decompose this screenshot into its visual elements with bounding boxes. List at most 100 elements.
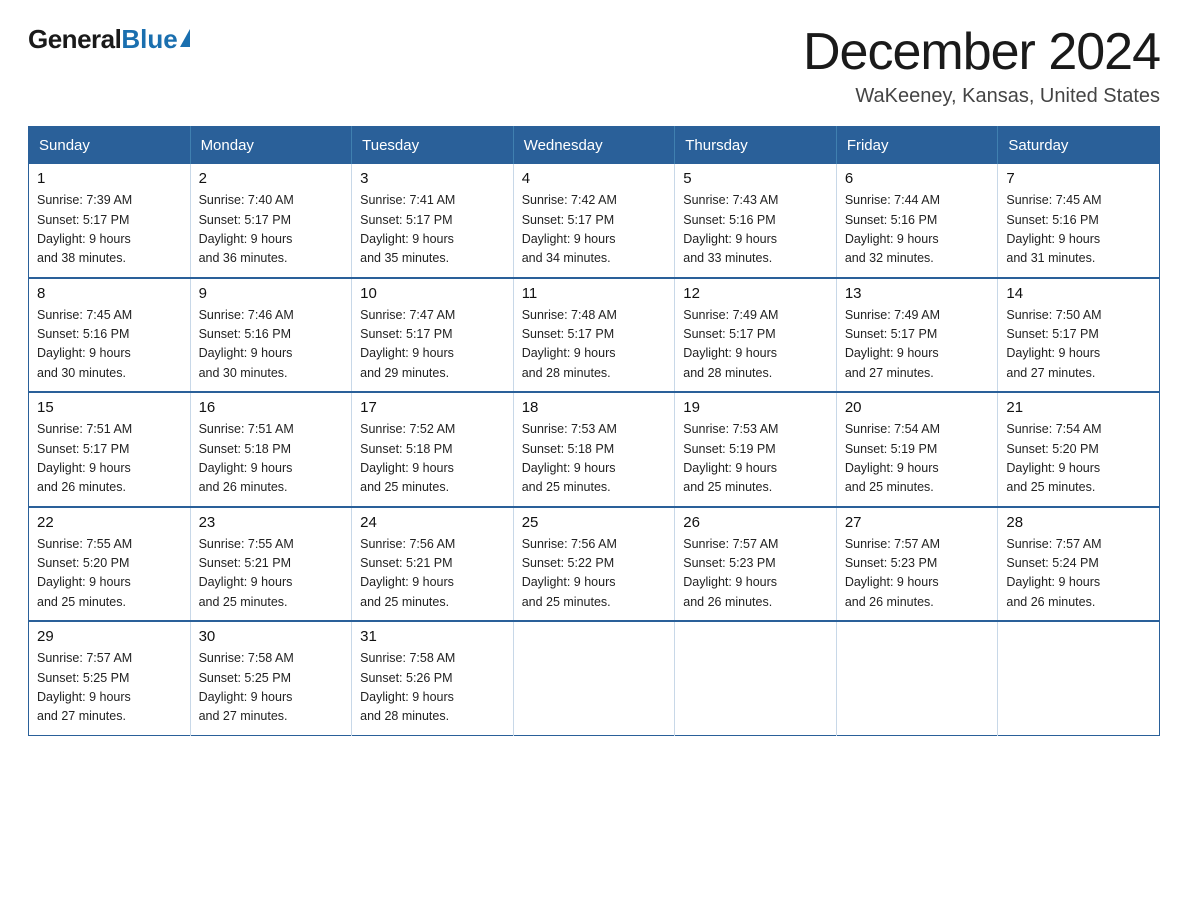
day-number: 23 [199,514,344,531]
day-info: Sunrise: 7:52 AMSunset: 5:18 PMDaylight:… [360,420,505,498]
calendar-day-cell: 30 Sunrise: 7:58 AMSunset: 5:25 PMDayligh… [190,621,352,735]
calendar-day-cell: 1 Sunrise: 7:39 AMSunset: 5:17 PMDaylight… [29,164,191,278]
day-number: 21 [1006,399,1151,416]
day-number: 6 [845,170,990,187]
day-number: 16 [199,399,344,416]
calendar-table: SundayMondayTuesdayWednesdayThursdayFrid… [28,126,1160,736]
day-number: 8 [37,285,182,302]
day-number: 22 [37,514,182,531]
day-info: Sunrise: 7:55 AMSunset: 5:20 PMDaylight:… [37,535,182,613]
day-info: Sunrise: 7:44 AMSunset: 5:16 PMDaylight:… [845,191,990,269]
logo-blue-block: Blue [121,24,189,55]
day-number: 24 [360,514,505,531]
day-info: Sunrise: 7:53 AMSunset: 5:18 PMDaylight:… [522,420,667,498]
day-info: Sunrise: 7:40 AMSunset: 5:17 PMDaylight:… [199,191,344,269]
calendar-day-cell: 27 Sunrise: 7:57 AMSunset: 5:23 PMDayligh… [836,507,998,622]
calendar-day-cell: 21 Sunrise: 7:54 AMSunset: 5:20 PMDayligh… [998,392,1160,507]
calendar-day-cell [836,621,998,735]
calendar-day-cell: 11 Sunrise: 7:48 AMSunset: 5:17 PMDayligh… [513,278,675,393]
day-number: 30 [199,628,344,645]
calendar-day-cell: 24 Sunrise: 7:56 AMSunset: 5:21 PMDayligh… [352,507,514,622]
calendar-day-cell: 9 Sunrise: 7:46 AMSunset: 5:16 PMDaylight… [190,278,352,393]
calendar-day-cell: 25 Sunrise: 7:56 AMSunset: 5:22 PMDayligh… [513,507,675,622]
calendar-day-cell: 20Sunrise: 7:54 AMSunset: 5:19 PMDayligh… [836,392,998,507]
weekday-header-row: SundayMondayTuesdayWednesdayThursdayFrid… [29,127,1160,165]
day-info: Sunrise: 7:58 AMSunset: 5:25 PMDaylight:… [199,649,344,727]
weekday-header-friday: Friday [836,127,998,165]
day-number: 26 [683,514,828,531]
day-number: 1 [37,170,182,187]
calendar-day-cell: 31 Sunrise: 7:58 AMSunset: 5:26 PMDayligh… [352,621,514,735]
logo: General Blue [28,24,190,55]
weekday-header-thursday: Thursday [675,127,837,165]
day-info: Sunrise: 7:58 AMSunset: 5:26 PMDaylight:… [360,649,505,727]
calendar-day-cell: 5 Sunrise: 7:43 AMSunset: 5:16 PMDaylight… [675,164,837,278]
day-info: Sunrise: 7:46 AMSunset: 5:16 PMDaylight:… [199,306,344,384]
day-number: 5 [683,170,828,187]
day-number: 11 [522,285,667,302]
day-info: Sunrise: 7:49 AMSunset: 5:17 PMDaylight:… [683,306,828,384]
weekday-header-saturday: Saturday [998,127,1160,165]
day-number: 29 [37,628,182,645]
calendar-day-cell: 26 Sunrise: 7:57 AMSunset: 5:23 PMDayligh… [675,507,837,622]
calendar-week-row: 8 Sunrise: 7:45 AMSunset: 5:16 PMDaylight… [29,278,1160,393]
weekday-header-wednesday: Wednesday [513,127,675,165]
day-info: Sunrise: 7:54 AMSunset: 5:20 PMDaylight:… [1006,420,1151,498]
calendar-day-cell: 12Sunrise: 7:49 AMSunset: 5:17 PMDayligh… [675,278,837,393]
day-number: 10 [360,285,505,302]
day-number: 20 [845,399,990,416]
day-info: Sunrise: 7:53 AMSunset: 5:19 PMDaylight:… [683,420,828,498]
calendar-day-cell: 10Sunrise: 7:47 AMSunset: 5:17 PMDayligh… [352,278,514,393]
day-info: Sunrise: 7:39 AMSunset: 5:17 PMDaylight:… [37,191,182,269]
calendar-location: WaKeeney, Kansas, United States [803,85,1160,108]
calendar-day-cell: 19 Sunrise: 7:53 AMSunset: 5:19 PMDayligh… [675,392,837,507]
day-info: Sunrise: 7:48 AMSunset: 5:17 PMDaylight:… [522,306,667,384]
calendar-day-cell: 17 Sunrise: 7:52 AMSunset: 5:18 PMDayligh… [352,392,514,507]
calendar-day-cell: 7 Sunrise: 7:45 AMSunset: 5:16 PMDaylight… [998,164,1160,278]
calendar-day-cell [513,621,675,735]
day-number: 3 [360,170,505,187]
day-number: 2 [199,170,344,187]
day-info: Sunrise: 7:56 AMSunset: 5:21 PMDaylight:… [360,535,505,613]
calendar-week-row: 1 Sunrise: 7:39 AMSunset: 5:17 PMDaylight… [29,164,1160,278]
day-number: 27 [845,514,990,531]
calendar-day-cell: 16 Sunrise: 7:51 AMSunset: 5:18 PMDayligh… [190,392,352,507]
calendar-day-cell: 23 Sunrise: 7:55 AMSunset: 5:21 PMDayligh… [190,507,352,622]
calendar-week-row: 22 Sunrise: 7:55 AMSunset: 5:20 PMDayligh… [29,507,1160,622]
day-number: 19 [683,399,828,416]
calendar-day-cell: 28Sunrise: 7:57 AMSunset: 5:24 PMDayligh… [998,507,1160,622]
day-number: 17 [360,399,505,416]
day-info: Sunrise: 7:45 AMSunset: 5:16 PMDaylight:… [1006,191,1151,269]
day-info: Sunrise: 7:49 AMSunset: 5:17 PMDaylight:… [845,306,990,384]
calendar-week-row: 15Sunrise: 7:51 AMSunset: 5:17 PMDayligh… [29,392,1160,507]
day-number: 9 [199,285,344,302]
day-info: Sunrise: 7:56 AMSunset: 5:22 PMDaylight:… [522,535,667,613]
calendar-day-cell: 2 Sunrise: 7:40 AMSunset: 5:17 PMDaylight… [190,164,352,278]
day-info: Sunrise: 7:55 AMSunset: 5:21 PMDaylight:… [199,535,344,613]
day-number: 31 [360,628,505,645]
day-info: Sunrise: 7:57 AMSunset: 5:23 PMDaylight:… [845,535,990,613]
day-info: Sunrise: 7:57 AMSunset: 5:24 PMDaylight:… [1006,535,1151,613]
day-number: 18 [522,399,667,416]
calendar-day-cell: 3 Sunrise: 7:41 AMSunset: 5:17 PMDaylight… [352,164,514,278]
day-info: Sunrise: 7:45 AMSunset: 5:16 PMDaylight:… [37,306,182,384]
day-info: Sunrise: 7:51 AMSunset: 5:18 PMDaylight:… [199,420,344,498]
calendar-day-cell: 14Sunrise: 7:50 AMSunset: 5:17 PMDayligh… [998,278,1160,393]
calendar-title-area: December 2024 WaKeeney, Kansas, United S… [803,24,1160,108]
day-number: 13 [845,285,990,302]
logo-blue-text: Blue [121,24,177,55]
calendar-month-year: December 2024 [803,24,1160,81]
day-number: 25 [522,514,667,531]
day-number: 7 [1006,170,1151,187]
day-number: 14 [1006,285,1151,302]
calendar-day-cell: 15Sunrise: 7:51 AMSunset: 5:17 PMDayligh… [29,392,191,507]
day-info: Sunrise: 7:57 AMSunset: 5:23 PMDaylight:… [683,535,828,613]
calendar-day-cell: 6 Sunrise: 7:44 AMSunset: 5:16 PMDaylight… [836,164,998,278]
day-number: 4 [522,170,667,187]
weekday-header-monday: Monday [190,127,352,165]
day-info: Sunrise: 7:43 AMSunset: 5:16 PMDaylight:… [683,191,828,269]
calendar-day-cell: 29 Sunrise: 7:57 AMSunset: 5:25 PMDayligh… [29,621,191,735]
calendar-day-cell: 22 Sunrise: 7:55 AMSunset: 5:20 PMDayligh… [29,507,191,622]
day-info: Sunrise: 7:41 AMSunset: 5:17 PMDaylight:… [360,191,505,269]
day-info: Sunrise: 7:57 AMSunset: 5:25 PMDaylight:… [37,649,182,727]
